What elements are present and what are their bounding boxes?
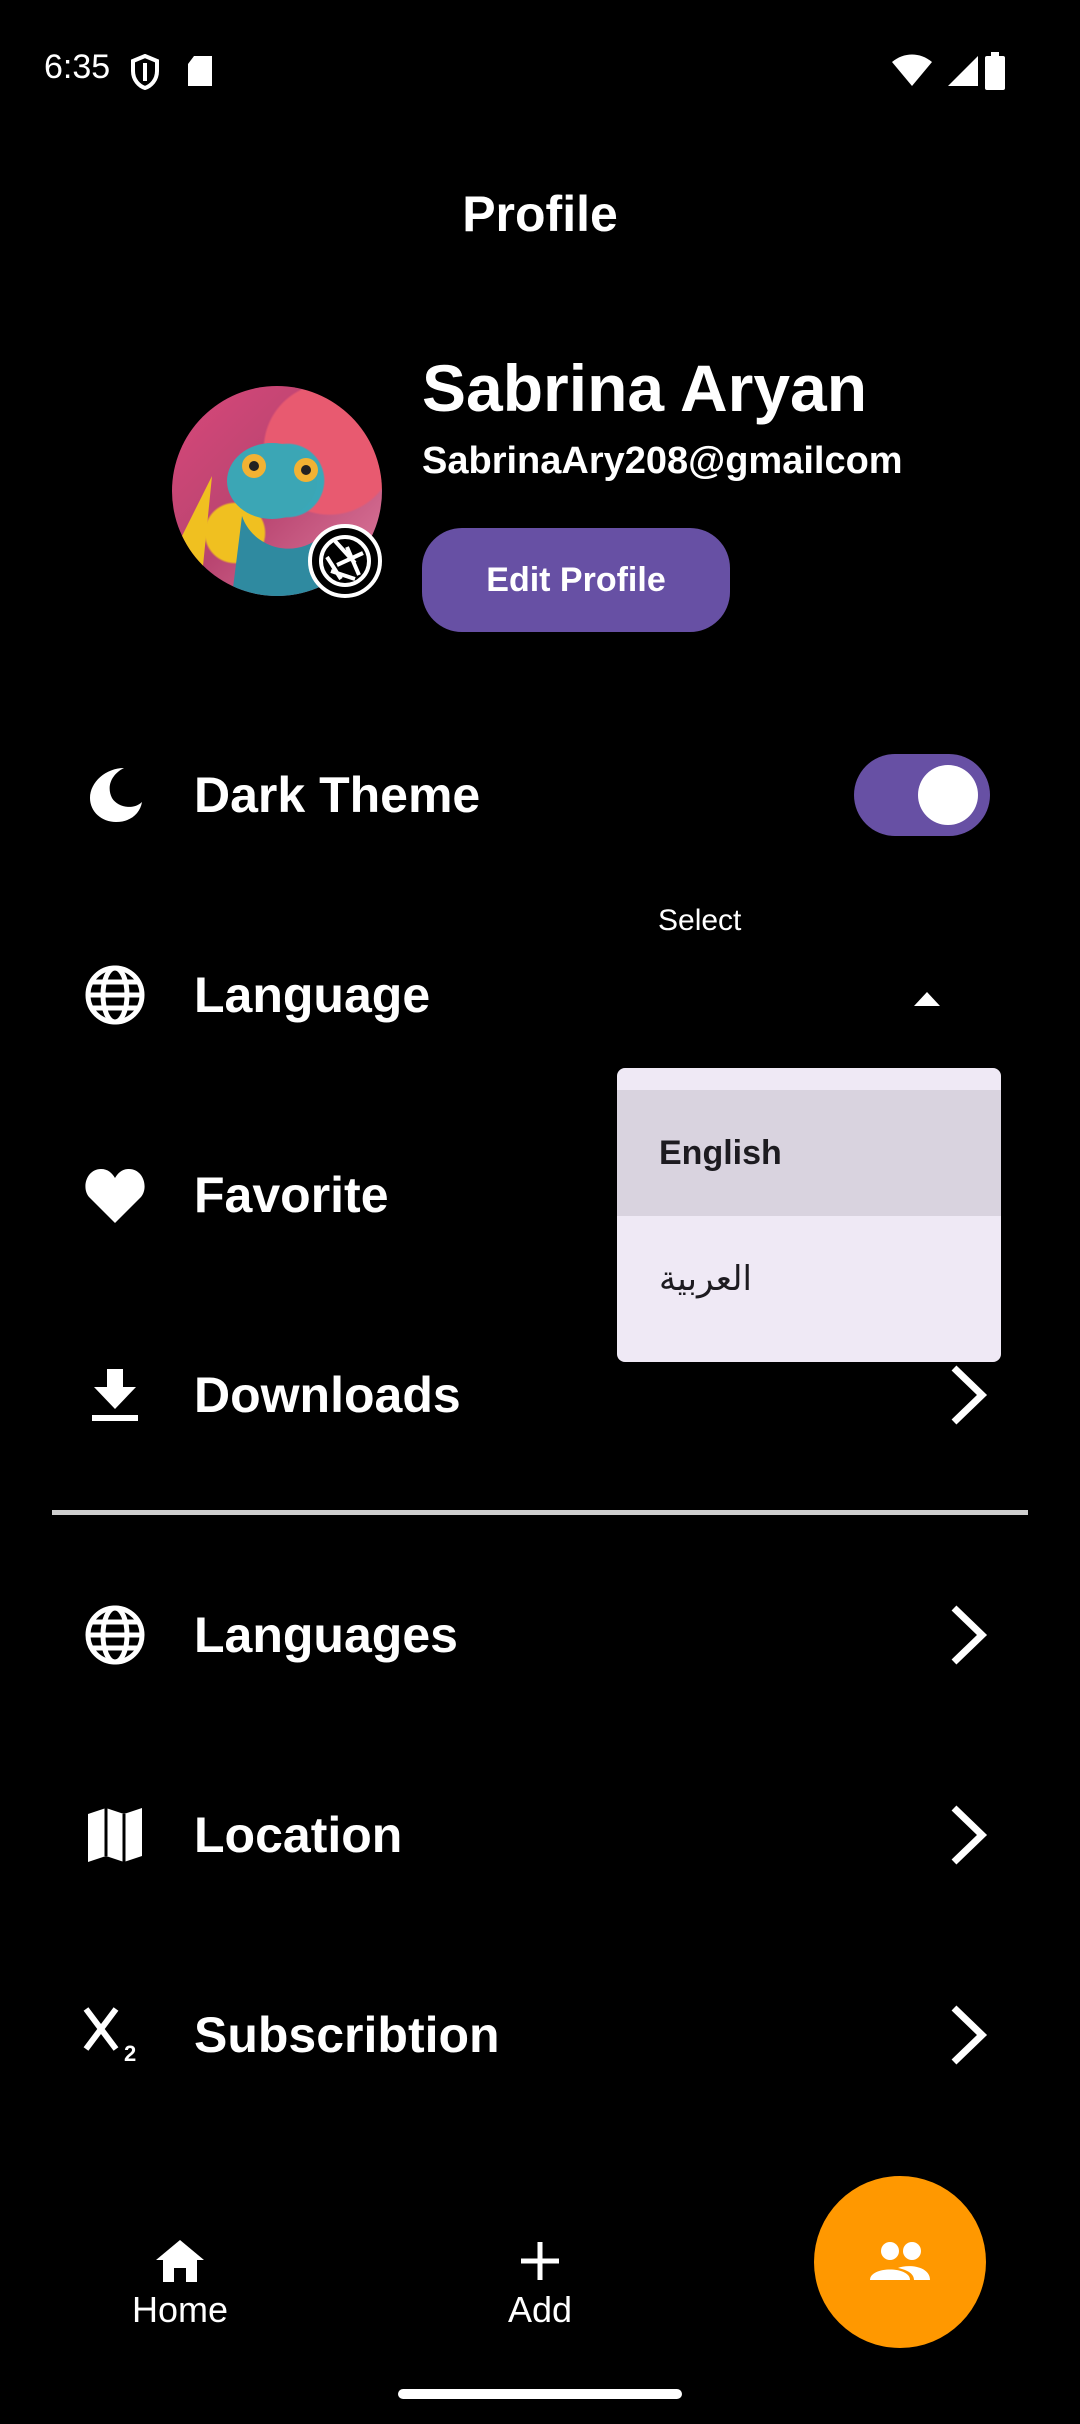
- language-dropdown-menu: English العربية: [617, 1068, 1001, 1362]
- chevron-right-icon[interactable]: [944, 1602, 994, 1668]
- camera-shutter-icon: [319, 535, 371, 587]
- wifi-icon: [892, 54, 932, 86]
- home-icon: [156, 2240, 204, 2282]
- dropdown-option-arabic[interactable]: العربية: [617, 1216, 1001, 1342]
- page-title: Profile: [462, 186, 618, 242]
- arrow-drop-up-icon[interactable]: [912, 990, 942, 1008]
- subscription-label[interactable]: Subscribtion: [194, 2006, 500, 2064]
- section-divider: [52, 1510, 1028, 1515]
- language-select-hint: Select: [658, 904, 742, 937]
- camera-button[interactable]: [308, 524, 382, 598]
- chevron-right-icon[interactable]: [944, 1362, 994, 1428]
- chevron-right-icon[interactable]: [944, 2002, 994, 2068]
- sd-card-icon: [188, 56, 212, 86]
- downloads-label[interactable]: Downloads: [194, 1366, 461, 1424]
- dark-theme-label: Dark Theme: [194, 767, 481, 823]
- toggle-knob: [918, 765, 978, 825]
- svg-text:2: 2: [124, 2041, 136, 2065]
- favorite-label[interactable]: Favorite: [194, 1166, 389, 1224]
- heart-icon: [82, 1162, 148, 1228]
- plus-icon: [521, 2242, 559, 2280]
- user-name: Sabrina Aryan: [422, 351, 868, 425]
- map-icon: [82, 1802, 148, 1868]
- status-time: 6:35: [44, 48, 111, 86]
- home-indicator[interactable]: [398, 2389, 682, 2399]
- location-label[interactable]: Location: [194, 1806, 402, 1864]
- chevron-right-icon[interactable]: [944, 1802, 994, 1868]
- battery-icon: [985, 52, 1005, 90]
- user-email: SabrinaAry208@gmailcom: [422, 440, 903, 482]
- nav-add[interactable]: Add: [440, 2238, 640, 2331]
- globe-icon: [82, 1602, 148, 1668]
- download-icon: [82, 1362, 148, 1428]
- shield-icon: [131, 54, 159, 90]
- dropdown-option-english[interactable]: English: [617, 1090, 1001, 1216]
- nav-home-label: Home: [131, 2289, 229, 2330]
- moon-icon: [82, 762, 148, 828]
- dark-theme-toggle[interactable]: [854, 754, 990, 836]
- subscript-icon: 2: [82, 2002, 148, 2068]
- edit-profile-button[interactable]: Edit Profile: [422, 528, 730, 632]
- language-label[interactable]: Language: [194, 966, 430, 1024]
- people-icon: [870, 2242, 930, 2280]
- nav-add-label: Add: [507, 2289, 573, 2330]
- languages-label[interactable]: Languages: [194, 1606, 458, 1664]
- globe-icon: [82, 962, 148, 1028]
- signal-icon: [948, 56, 978, 86]
- people-fab-button[interactable]: [814, 2176, 986, 2348]
- nav-home[interactable]: Home: [80, 2238, 280, 2331]
